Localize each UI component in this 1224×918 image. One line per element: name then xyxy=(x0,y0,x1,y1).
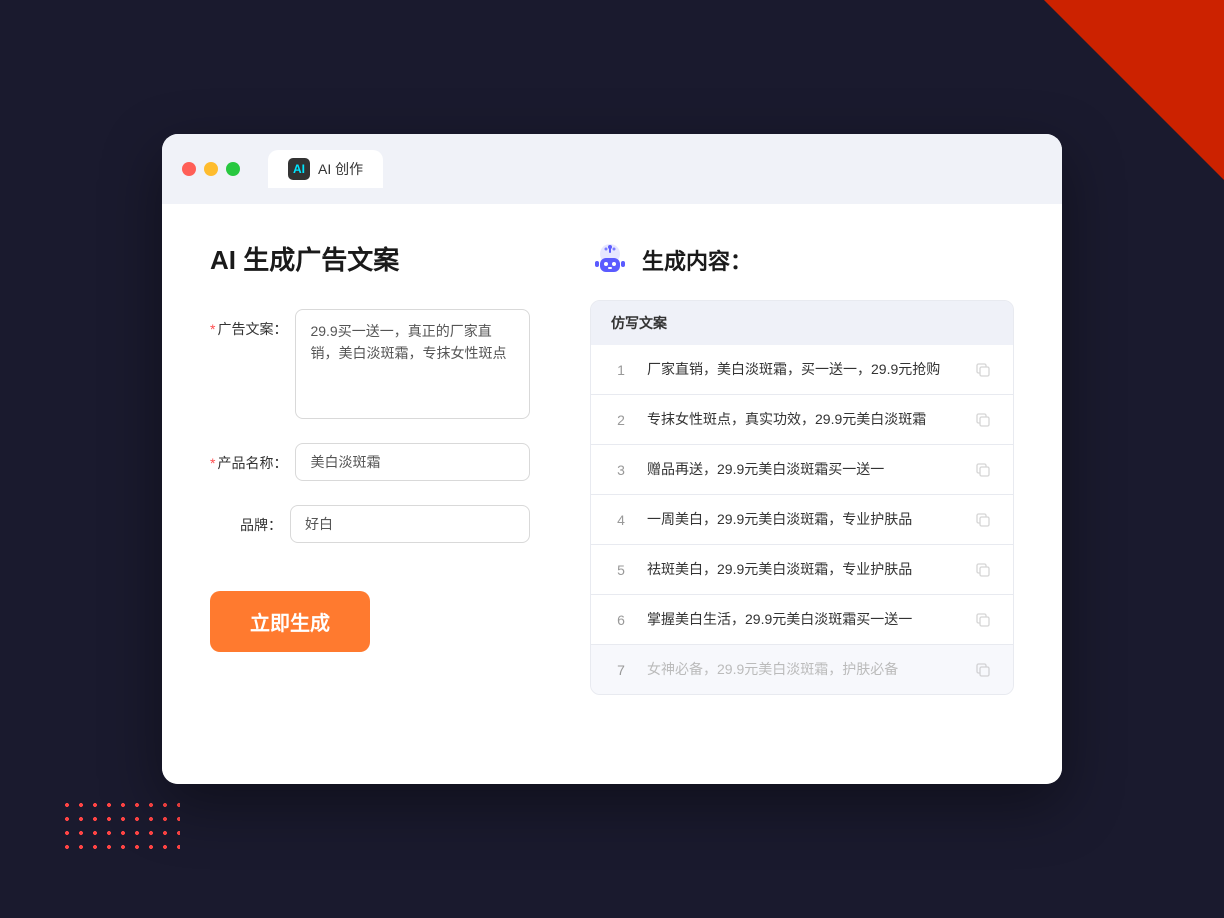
main-content: AI 生成广告文案 *广告文案： *产品名称： 品牌： 立 xyxy=(162,204,1062,784)
copy-icon[interactable] xyxy=(973,560,993,580)
brand-label: 品牌： xyxy=(210,505,282,535)
result-header: 生成内容： xyxy=(590,240,1014,280)
table-row: 2 专抹女性斑点，真实功效，29.9元美白淡斑霜 xyxy=(591,395,1013,445)
result-text: 掌握美白生活，29.9元美白淡斑霜买一送一 xyxy=(647,609,957,630)
page-title: AI 生成广告文案 xyxy=(210,240,530,277)
brand-group: 品牌： xyxy=(210,505,530,543)
required-star-2: * xyxy=(210,455,215,471)
result-text: 赠品再送，29.9元美白淡斑霜买一送一 xyxy=(647,459,957,480)
tab-icon: AI xyxy=(288,158,310,180)
result-text: 一周美白，29.9元美白淡斑霜，专业护肤品 xyxy=(647,509,957,530)
browser-window: AI AI 创作 AI 生成广告文案 *广告文案： *产品名称： xyxy=(162,134,1062,784)
brand-input[interactable] xyxy=(290,505,530,543)
result-text: 专抹女性斑点，真实功效，29.9元美白淡斑霜 xyxy=(647,409,957,430)
result-number: 1 xyxy=(611,362,631,378)
result-text: 厂家直销，美白淡斑霜，买一送一，29.9元抢购 xyxy=(647,359,957,380)
traffic-lights xyxy=(182,162,240,176)
result-number: 4 xyxy=(611,512,631,528)
copy-icon[interactable] xyxy=(973,460,993,480)
bg-decoration-dots xyxy=(60,798,180,858)
bg-decoration-triangle xyxy=(1044,0,1224,180)
result-number: 5 xyxy=(611,562,631,578)
product-name-label: *产品名称： xyxy=(210,443,287,473)
table-row: 1 厂家直销，美白淡斑霜，买一送一，29.9元抢购 xyxy=(591,345,1013,395)
result-title: 生成内容： xyxy=(642,244,752,276)
product-name-input[interactable] xyxy=(295,443,530,481)
table-row: 5 祛斑美白，29.9元美白淡斑霜，专业护肤品 xyxy=(591,545,1013,595)
result-table: 仿写文案 1 厂家直销，美白淡斑霜，买一送一，29.9元抢购 2 专抹女性斑点，真实… xyxy=(590,300,1014,695)
table-header: 仿写文案 xyxy=(591,301,1013,345)
result-number: 3 xyxy=(611,462,631,478)
robot-icon xyxy=(590,240,630,280)
ad-copy-label: *广告文案： xyxy=(210,309,287,339)
result-number: 6 xyxy=(611,612,631,628)
result-number: 2 xyxy=(611,412,631,428)
title-bar: AI AI 创作 xyxy=(162,134,1062,204)
ad-copy-group: *广告文案： xyxy=(210,309,530,419)
copy-icon[interactable] xyxy=(973,610,993,630)
copy-icon[interactable] xyxy=(973,660,993,680)
table-row: 4 一周美白，29.9元美白淡斑霜，专业护肤品 xyxy=(591,495,1013,545)
table-row: 3 赠品再送，29.9元美白淡斑霜买一送一 xyxy=(591,445,1013,495)
product-name-group: *产品名称： xyxy=(210,443,530,481)
copy-icon[interactable] xyxy=(973,510,993,530)
result-text: 祛斑美白，29.9元美白淡斑霜，专业护肤品 xyxy=(647,559,957,580)
right-panel: 生成内容： 仿写文案 1 厂家直销，美白淡斑霜，买一送一，29.9元抢购 2 专抹女… xyxy=(590,240,1014,748)
close-button[interactable] xyxy=(182,162,196,176)
required-star: * xyxy=(210,321,215,337)
copy-icon[interactable] xyxy=(973,360,993,380)
tab-title: AI 创作 xyxy=(318,159,363,179)
generate-button[interactable]: 立即生成 xyxy=(210,591,370,652)
table-row: 7 女神必备，29.9元美白淡斑霜，护肤必备 xyxy=(591,645,1013,694)
result-rows: 1 厂家直销，美白淡斑霜，买一送一，29.9元抢购 2 专抹女性斑点，真实功效，29… xyxy=(591,345,1013,694)
left-panel: AI 生成广告文案 *广告文案： *产品名称： 品牌： 立 xyxy=(210,240,530,748)
browser-tab[interactable]: AI AI 创作 xyxy=(268,150,383,188)
maximize-button[interactable] xyxy=(226,162,240,176)
copy-icon[interactable] xyxy=(973,410,993,430)
minimize-button[interactable] xyxy=(204,162,218,176)
result-number: 7 xyxy=(611,662,631,678)
result-text: 女神必备，29.9元美白淡斑霜，护肤必备 xyxy=(647,659,957,680)
ad-copy-input[interactable] xyxy=(295,309,530,419)
table-row: 6 掌握美白生活，29.9元美白淡斑霜买一送一 xyxy=(591,595,1013,645)
tab-icon-text: AI xyxy=(293,162,305,176)
